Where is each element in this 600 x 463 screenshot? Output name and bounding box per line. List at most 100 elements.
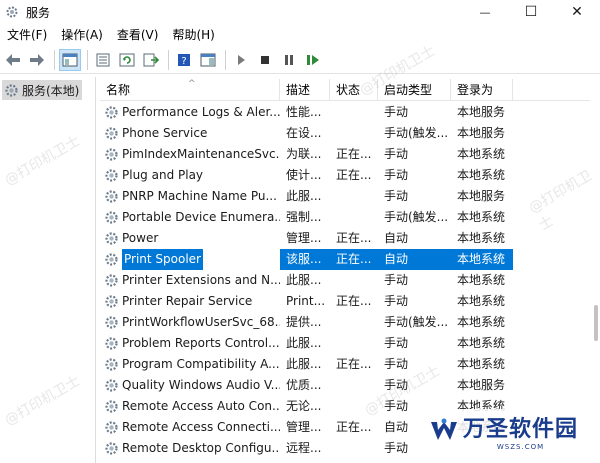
refresh-button[interactable] — [116, 49, 138, 71]
back-button[interactable] — [2, 49, 24, 71]
column-header-name[interactable]: ^ 名称 — [100, 79, 280, 101]
cell-name: PNRP Machine Name Pu... — [100, 186, 280, 207]
help-icon: ? — [178, 53, 190, 67]
cell-startup-type: 手动 — [384, 378, 409, 392]
service-name: Printer Extensions and N... — [122, 273, 280, 287]
cell-name: PrintWorkflowUserSvc_68... — [100, 312, 280, 333]
cell-status — [330, 123, 378, 144]
logo-mark-icon — [430, 418, 457, 440]
minimize-button[interactable]: — — [462, 0, 508, 24]
column-header-log-on-as[interactable]: 登录为 — [451, 79, 513, 101]
table-row[interactable]: PrintWorkflowUserSvc_68... 提供... 手动(触发... 本… — [100, 312, 600, 333]
services-list: ^ 名称 描述 状态 启动类型 登录为 Performance Logs & A… — [100, 79, 600, 463]
cell-status — [330, 186, 378, 207]
table-row[interactable]: Performance Logs & Aler... 性能... 手动 本地服务 — [100, 102, 600, 123]
maximize-button[interactable]: ☐ — [508, 0, 554, 24]
column-header-description[interactable]: 描述 — [280, 79, 330, 101]
table-row[interactable]: Portable Device Enumera... 强制... 手动(触发... 本… — [100, 207, 600, 228]
cell-description: 远程... — [286, 441, 322, 455]
cell-description: 此服... — [286, 273, 322, 287]
cell-status: 正在... — [336, 357, 372, 371]
cell-startup-type: 手动(触发... — [384, 210, 449, 224]
cell-status: 正在... — [330, 249, 378, 270]
tree-item-services-local[interactable]: 服务(本地) — [2, 80, 82, 100]
cell-log-on-as: 本地系统 — [457, 210, 506, 224]
cell-log-on-as: 本地系统 — [457, 294, 506, 308]
service-name: Portable Device Enumera... — [122, 210, 280, 224]
menu-file[interactable]: 文件(F) — [0, 24, 54, 46]
column-header-startup-type[interactable]: 启动类型 — [378, 79, 451, 101]
show-action-pane-button[interactable] — [197, 49, 219, 71]
cell-description: 此服... — [286, 189, 322, 203]
cell-log-on-as: 本地系统 — [457, 315, 506, 329]
pause-service-button[interactable] — [278, 49, 300, 71]
console-tree-icon — [62, 53, 78, 66]
cell-name: Remote Desktop Configu... — [100, 438, 280, 459]
table-row[interactable]: PimIndexMaintenanceSvc... 为联... 正在... 手动 本地系… — [100, 144, 600, 165]
play-icon — [238, 54, 245, 65]
cell-name: Program Compatibility A... — [100, 354, 280, 375]
cell-description: 无论... — [286, 399, 322, 413]
service-gear-icon — [105, 274, 118, 287]
services-gear-icon — [5, 83, 18, 97]
stop-icon — [261, 55, 269, 64]
list-rows: Performance Logs & Aler... 性能... 手动 本地服务 Pho… — [100, 102, 600, 459]
table-row[interactable]: Problem Reports Control... 此服... 手动 本地系统 — [100, 333, 600, 354]
close-button[interactable]: ✕ — [554, 0, 600, 24]
cell-status — [330, 396, 378, 417]
service-name: Program Compatibility A... — [122, 357, 280, 371]
service-name: Print Spooler — [122, 249, 203, 270]
pause-icon — [285, 54, 293, 65]
cell-startup-type: 手动 — [384, 147, 409, 161]
menu-view[interactable]: 查看(V) — [110, 24, 166, 46]
cell-name: Portable Device Enumera... — [100, 207, 280, 228]
help-button[interactable]: ? — [173, 49, 195, 71]
cell-name: Phone Service — [100, 123, 280, 144]
cell-description: 为联... — [286, 147, 322, 161]
toolbar-separator — [168, 49, 169, 70]
show-hide-console-tree-button[interactable] — [59, 48, 81, 71]
cell-name: Problem Reports Control... — [100, 333, 280, 354]
service-gear-icon — [105, 211, 118, 224]
properties-button[interactable] — [92, 49, 114, 71]
menu-help[interactable]: 帮助(H) — [165, 24, 221, 46]
export-list-button[interactable] — [140, 49, 162, 71]
service-gear-icon — [105, 442, 118, 455]
cell-status: 正在... — [336, 294, 372, 308]
cell-name: Plug and Play — [100, 165, 280, 186]
toolbar-separator — [87, 49, 88, 70]
console-tree: 服务(本地) — [0, 77, 96, 463]
restart-service-button[interactable] — [302, 49, 324, 71]
cell-name: Remote Access Connecti... — [100, 417, 280, 438]
menu-action[interactable]: 操作(A) — [54, 24, 110, 46]
column-header-status[interactable]: 状态 — [330, 79, 378, 101]
refresh-icon — [119, 53, 135, 66]
cell-status — [330, 375, 378, 396]
table-row[interactable]: Print Spooler 该服... 正在... 自动 本地系统 — [100, 249, 600, 270]
service-gear-icon — [105, 421, 118, 434]
restart-icon — [307, 54, 319, 65]
service-gear-icon — [105, 379, 118, 392]
stop-service-button[interactable] — [254, 49, 276, 71]
table-row[interactable]: Printer Repair Service Print... 正在... 手动 本地系… — [100, 291, 600, 312]
vertical-scrollbar[interactable] — [590, 79, 600, 463]
cell-description: 优质... — [286, 378, 322, 392]
table-row[interactable]: Power 管理... 正在... 自动 本地系统 — [100, 228, 600, 249]
forward-button[interactable] — [26, 49, 48, 71]
cell-description: 强制... — [286, 210, 322, 224]
table-row[interactable]: Quality Windows Audio V... 优质... 手动 本地服务 — [100, 375, 600, 396]
table-row[interactable]: Program Compatibility A... 此服... 正在... 手动 本地… — [100, 354, 600, 375]
table-row[interactable]: Phone Service 在设... 手动(触发... 本地服务 — [100, 123, 600, 144]
cell-startup-type: 手动 — [384, 273, 409, 287]
minimize-icon: — — [479, 5, 491, 19]
start-service-button[interactable] — [230, 49, 252, 71]
table-row[interactable]: PNRP Machine Name Pu... 此服... 手动 本地服务 — [100, 186, 600, 207]
service-name: Problem Reports Control... — [122, 336, 280, 350]
cell-log-on-as: 本地服务 — [457, 105, 506, 119]
properties-icon — [96, 53, 110, 66]
scrollbar-thumb[interactable] — [594, 305, 598, 341]
table-row[interactable]: Plug and Play 使计... 正在... 手动 本地系统 — [100, 165, 600, 186]
table-row[interactable]: Printer Extensions and N... 此服... 手动 本地系统 — [100, 270, 600, 291]
toolbar-separator — [225, 49, 226, 70]
cell-status — [330, 270, 378, 291]
